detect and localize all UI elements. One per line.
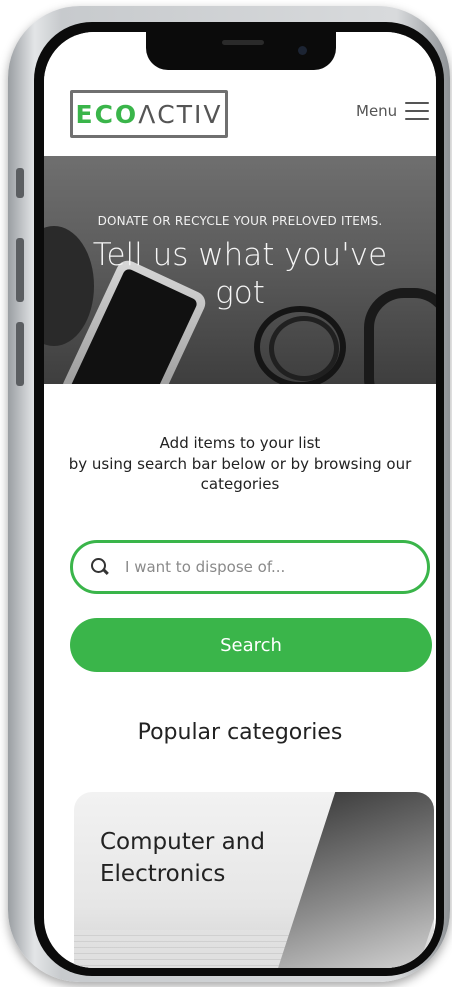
mute-switch bbox=[16, 168, 24, 198]
search-icon bbox=[91, 558, 109, 576]
hero-banner: DONATE OR RECYCLE YOUR PRELOVED ITEMS. T… bbox=[44, 156, 436, 384]
category-card-computer-electronics[interactable]: Computer and Electronics bbox=[74, 792, 434, 968]
intro-body: by using search bar below or by browsing… bbox=[68, 455, 412, 493]
card-books-image bbox=[74, 930, 314, 968]
menu-label: Menu bbox=[356, 102, 398, 120]
volume-down-button bbox=[16, 322, 24, 386]
earpiece-speaker bbox=[222, 40, 264, 45]
logo-eco-text: ECO bbox=[75, 99, 139, 129]
logo-activ-text: ΛCTIV bbox=[138, 99, 223, 129]
phone-screen: ECO ΛCTIV Menu DONATE OR RECYCLE YOUR PRE… bbox=[44, 32, 436, 968]
menu-button[interactable]: Menu bbox=[356, 102, 430, 120]
ecoactiv-logo[interactable]: ECO ΛCTIV bbox=[70, 90, 228, 138]
category-card-label: Computer and Electronics bbox=[100, 829, 265, 887]
front-camera-icon bbox=[298, 46, 307, 55]
intro-title: Add items to your list bbox=[159, 434, 321, 452]
hero-subtitle: DONATE OR RECYCLE YOUR PRELOVED ITEMS. bbox=[97, 214, 383, 228]
popular-categories-heading: Popular categories bbox=[137, 720, 343, 745]
search-button[interactable]: Search bbox=[70, 618, 432, 672]
notch bbox=[146, 32, 336, 70]
search-field[interactable] bbox=[70, 540, 430, 594]
hero-cable-loop bbox=[269, 316, 339, 381]
phone-frame: ECO ΛCTIV Menu DONATE OR RECYCLE YOUR PRE… bbox=[8, 6, 450, 982]
volume-up-button bbox=[16, 238, 24, 302]
hero-title: Tell us what you've got bbox=[92, 237, 388, 311]
hamburger-icon bbox=[405, 102, 430, 120]
search-input[interactable] bbox=[123, 557, 367, 577]
